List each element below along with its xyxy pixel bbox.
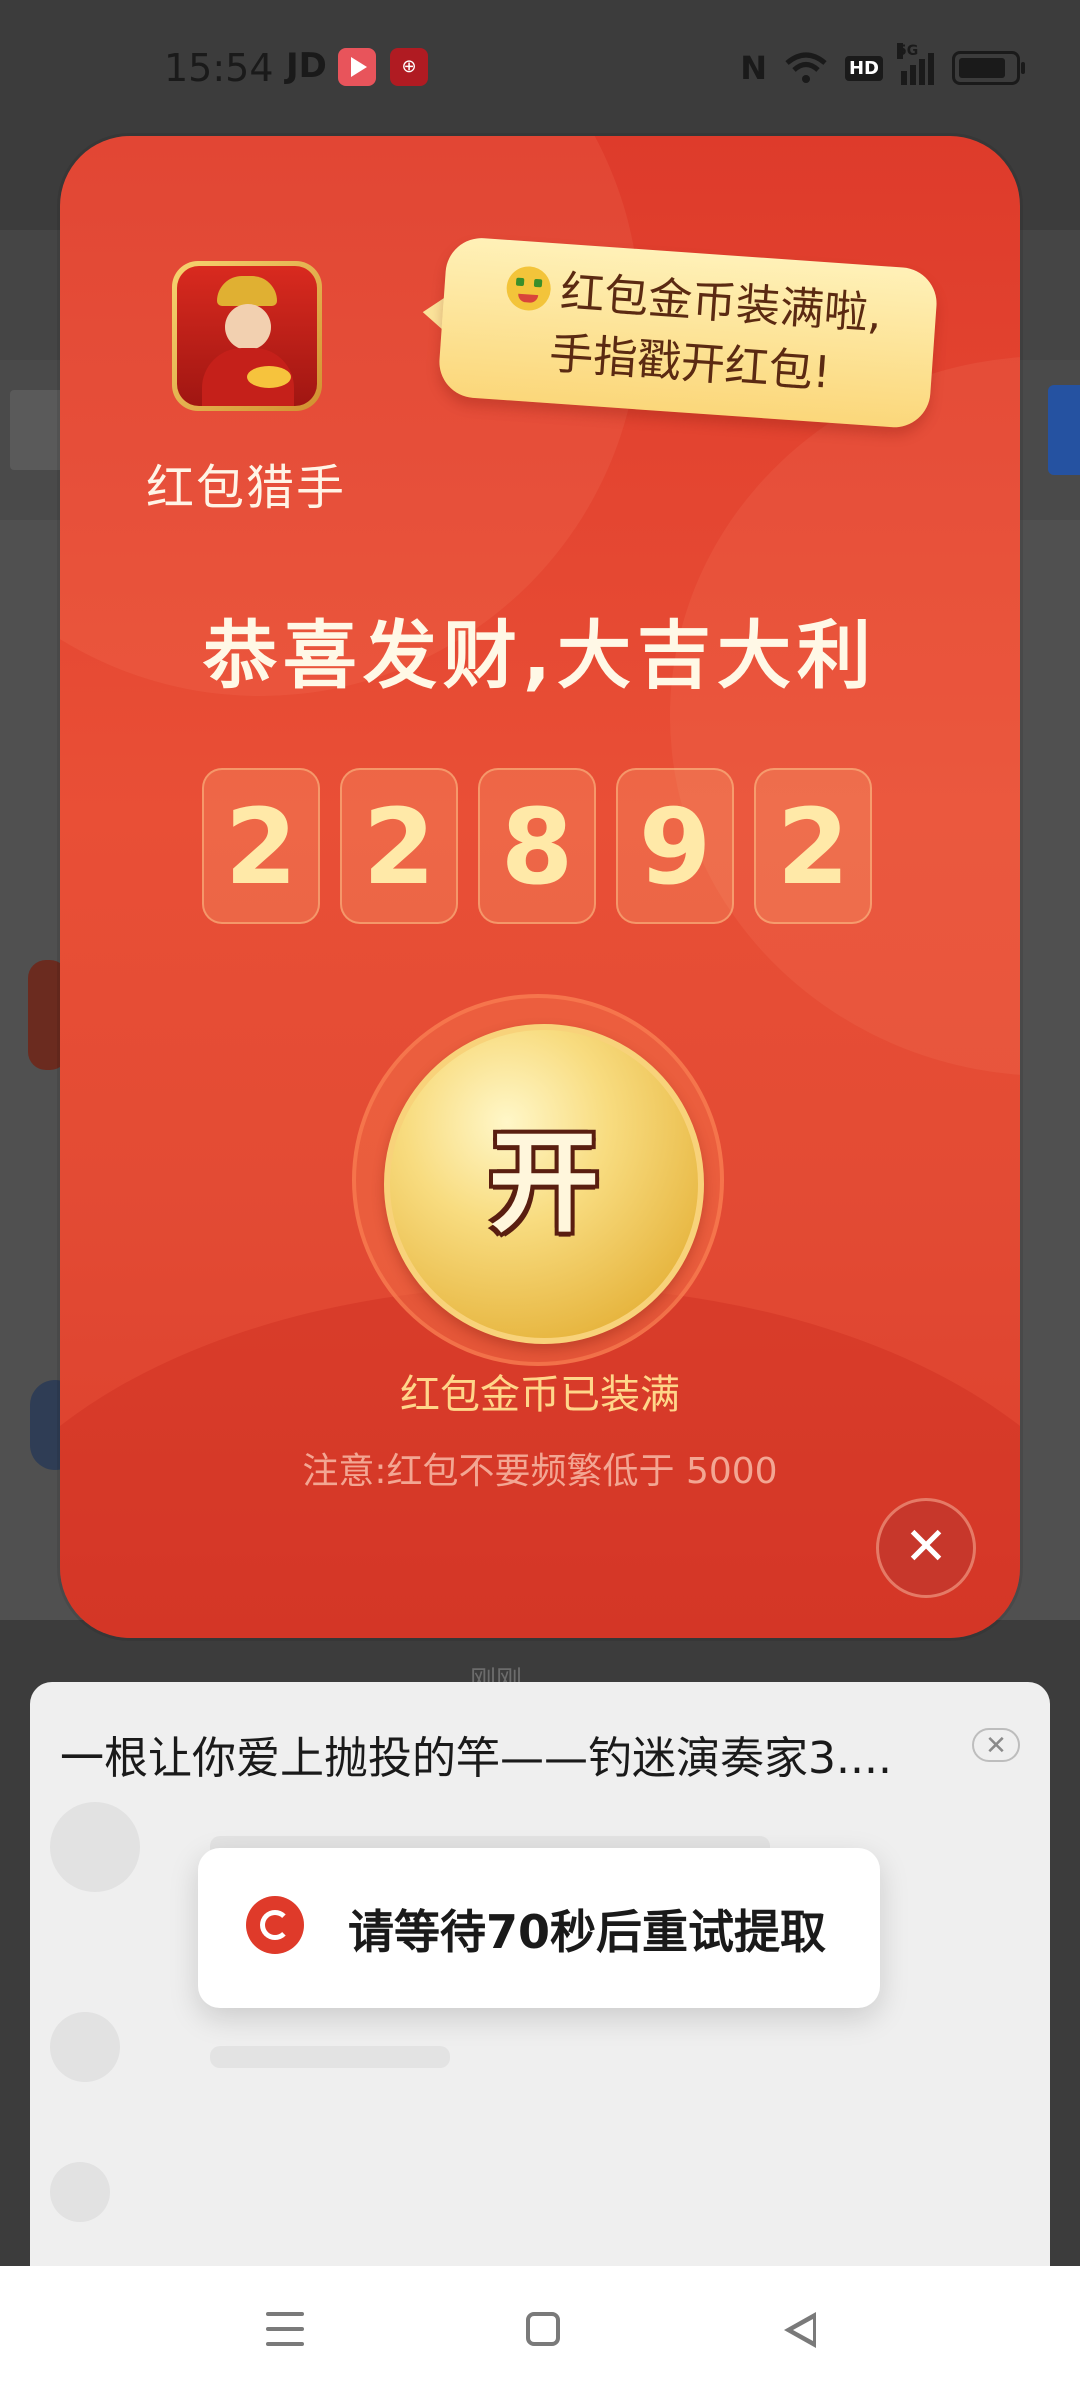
coin-digit: 2: [202, 768, 320, 924]
coin-counter: 2 2 8 9 2: [202, 768, 872, 924]
background-button: [1048, 385, 1080, 475]
app-name: 红包猎手: [146, 460, 347, 516]
coin-digit: 2: [340, 768, 458, 924]
app-logo: [172, 261, 322, 411]
coin-digit: 8: [478, 768, 596, 924]
status-icons: N HD 5G: [740, 43, 1025, 88]
status-time: 15:54: [164, 46, 274, 90]
toast-text: 请等待70秒后重试提取: [348, 1905, 827, 1959]
close-icon: ✕: [985, 1731, 1007, 1761]
placeholder-row: [50, 2162, 1030, 2252]
menu-icon[interactable]: [266, 2312, 304, 2346]
background-thumbnail: [10, 390, 65, 470]
open-packet-button[interactable]: 开: [384, 1024, 704, 1344]
5g-signal-icon: 5G: [897, 43, 934, 85]
notification-app-icon: ⊕: [390, 48, 428, 86]
app-logo-icon: [246, 1896, 304, 1954]
ad-title[interactable]: 一根让你爱上抛投的竿——钓迷演奏家3....: [60, 1722, 980, 1786]
decor-circle: [670, 356, 1020, 1076]
hd-icon: HD: [844, 55, 883, 81]
navigation-bar: [0, 2266, 1080, 2400]
close-icon: ✕: [904, 1517, 948, 1577]
red-packet-dialog: 红包猎手 红包金币装满啦, 手指戳开红包! 恭喜发财,大吉大利 2 2 8 9 …: [60, 136, 1020, 1638]
wifi-icon: [785, 52, 827, 83]
god-of-wealth-icon: [177, 266, 317, 406]
status-bar: 15:54 JD ⊕ N HD 5G: [0, 0, 1080, 130]
money-face-icon: [505, 264, 553, 312]
back-icon[interactable]: [784, 2312, 816, 2348]
video-app-icon: [338, 48, 376, 86]
packet-status-text: 红包金币已装满: [400, 1372, 680, 1418]
battery-icon: [952, 51, 1025, 85]
ad-close-button[interactable]: ✕: [972, 1728, 1020, 1762]
headline: 恭喜发财,大吉大利: [202, 613, 878, 699]
placeholder-row: [50, 2012, 1030, 2102]
nfc-icon: N: [740, 49, 767, 87]
close-dialog-button[interactable]: ✕: [876, 1498, 976, 1598]
coin-digit: 2: [754, 768, 872, 924]
home-icon[interactable]: [526, 2312, 560, 2346]
bubble-line2: 手指戳开红包!: [547, 328, 833, 399]
carrier-label: JD: [286, 46, 327, 86]
open-button-label: 开: [489, 1119, 599, 1247]
toast-message: 请等待70秒后重试提取: [198, 1848, 880, 2008]
notice-text: 注意:红包不要频繁低于 5000: [302, 1451, 778, 1492]
coin-digit: 9: [616, 768, 734, 924]
